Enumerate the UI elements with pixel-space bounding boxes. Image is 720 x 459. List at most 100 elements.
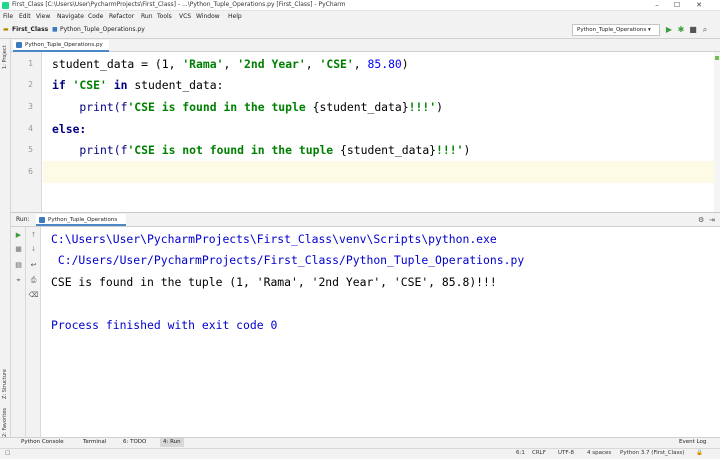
caret-position[interactable]: 6:1 — [516, 450, 525, 456]
menu-navigate[interactable]: Navigate — [57, 13, 84, 20]
line-number: 6 — [28, 167, 33, 176]
breadcrumb-project[interactable]: First_Class — [12, 26, 48, 33]
stop-icon[interactable]: ■ — [11, 245, 26, 253]
print-icon[interactable]: ⎙ — [26, 276, 41, 285]
run-config-label: Python_Tuple_Operations — [577, 27, 647, 33]
tab-terminal[interactable]: Terminal — [80, 438, 109, 447]
run-toolbar: ▶ ■ ▤ ⌖ — [11, 227, 26, 437]
window-title: First_Class [C:\Users\User\PycharmProjec… — [12, 1, 346, 8]
scroll-up-icon[interactable]: ↑ — [26, 231, 41, 239]
soft-wrap-icon[interactable]: ↩ — [26, 261, 41, 269]
clear-all-icon[interactable]: ⌫ — [26, 291, 41, 299]
line-number: 2 — [28, 80, 33, 89]
code-line: student_data = (1, 'Rama', '2nd Year', '… — [52, 57, 409, 71]
menu-window[interactable]: Window — [196, 13, 220, 20]
console-line: CSE is found in the tuple (1, 'Rama', '2… — [51, 275, 497, 289]
code-token: ) — [463, 143, 471, 157]
menu-refactor[interactable]: Refactor — [109, 13, 134, 20]
code-token: student_data = (1, — [52, 57, 183, 71]
python-file-icon: ■ — [52, 26, 58, 33]
structure-tool-tab[interactable]: Z: Structure — [2, 369, 8, 399]
code-token: , — [305, 57, 320, 71]
event-log-button[interactable]: Event Log — [676, 438, 709, 447]
line-number: 5 — [28, 145, 33, 154]
breadcrumb-separator-icon: › — [45, 26, 48, 33]
lock-icon[interactable]: 🔒 — [696, 450, 703, 456]
code-token: 85.80 — [367, 57, 402, 71]
menu-code[interactable]: Code — [88, 13, 103, 20]
menu-view[interactable]: View — [36, 13, 50, 20]
menu-help[interactable]: Help — [228, 13, 242, 20]
title-bar: First_Class [C:\Users\User\PycharmProjec… — [0, 0, 720, 11]
maximize-button[interactable]: ☐ — [668, 0, 686, 11]
code-token: if — [52, 78, 73, 92]
stop-icon[interactable]: ■ — [688, 25, 698, 35]
code-token: '2nd Year' — [237, 57, 306, 71]
indent-setting[interactable]: 4 spaces — [587, 450, 611, 456]
current-line-highlight — [43, 161, 715, 183]
editor-tab-row — [11, 39, 720, 52]
settings-gear-icon[interactable]: ⚙ — [698, 216, 704, 224]
console-line: Process finished with exit code 0 — [51, 318, 278, 332]
pin-icon[interactable]: ⌖ — [11, 276, 26, 285]
run-tab-label: Python_Tuple_Operations — [48, 217, 118, 223]
debug-icon[interactable]: ✱ — [676, 25, 686, 35]
favorites-tool-tab[interactable]: 2: Favorites — [2, 408, 8, 437]
status-bar — [0, 448, 720, 459]
search-icon[interactable]: ⌕ — [700, 25, 710, 35]
console-line: C:/Users/User/PycharmProjects/First_Clas… — [51, 253, 525, 267]
tab-python-console[interactable]: Python Console — [18, 438, 67, 447]
run-icon[interactable]: ▶ — [664, 25, 674, 35]
project-tool-tab[interactable]: 1: Project — [2, 45, 8, 69]
editor-tab-label: Python_Tuple_Operations.py — [25, 42, 103, 48]
tab-todo[interactable]: 6: TODO — [120, 438, 149, 447]
run-tab[interactable]: Python_Tuple_Operations — [36, 214, 126, 226]
code-line: print(f'CSE is found in the tuple {stude… — [52, 100, 443, 114]
code-token: {student_data} — [340, 143, 437, 157]
menu-tools[interactable]: Tools — [157, 13, 172, 20]
restore-layout-icon[interactable]: ▤ — [11, 261, 26, 269]
code-token: print(f — [52, 143, 128, 157]
menu-run[interactable]: Run — [141, 13, 153, 20]
code-editor[interactable] — [43, 52, 715, 212]
code-token: {student_data} — [312, 100, 409, 114]
code-token: print(f — [52, 100, 128, 114]
scroll-down-icon[interactable]: ↓ — [26, 245, 41, 253]
run-toolbar-secondary: ↑ ↓ ↩ ⎙ ⌫ — [26, 227, 41, 437]
code-token: !!!' — [408, 100, 437, 114]
code-line: else: — [52, 122, 86, 136]
rerun-icon[interactable]: ▶ — [11, 231, 26, 239]
inspection-ok-icon — [715, 56, 719, 60]
toggle-tool-windows-icon[interactable]: ▢ — [5, 450, 10, 456]
code-token: , — [353, 57, 368, 71]
python-file-icon — [16, 42, 22, 48]
hide-panel-icon[interactable]: ⇥ — [709, 216, 715, 224]
console-line: C:\Users\User\PycharmProjects\First_Clas… — [51, 232, 497, 246]
code-token: ) — [401, 57, 409, 71]
python-file-icon — [39, 217, 45, 223]
code-token: , — [223, 57, 238, 71]
code-token: student_data: — [134, 78, 224, 92]
code-token: 'Rama' — [182, 57, 224, 71]
editor-tab[interactable]: Python_Tuple_Operations.py — [13, 40, 109, 52]
code-token: 'CSE' — [319, 57, 354, 71]
line-number: 3 — [28, 102, 33, 111]
menu-file[interactable]: File — [3, 13, 13, 20]
editor-scrollbar[interactable] — [714, 52, 720, 212]
line-number: 4 — [28, 124, 33, 133]
close-button[interactable]: ✕ — [690, 0, 708, 11]
breadcrumb-file[interactable]: Python_Tuple_Operations.py — [60, 26, 145, 33]
code-token: 'CSE is found in the tuple — [127, 100, 313, 114]
code-line: if 'CSE' in student_data: — [52, 78, 223, 92]
interpreter[interactable]: Python 3.7 (First_Class) — [620, 450, 684, 456]
file-encoding[interactable]: UTF-8 — [558, 450, 574, 456]
code-token: 'CSE is not found in the tuple — [127, 143, 341, 157]
minimize-button[interactable]: – — [648, 0, 666, 11]
folder-icon: ▬ — [3, 26, 9, 33]
menu-edit[interactable]: Edit — [19, 13, 31, 20]
code-token: !!!' — [436, 143, 464, 157]
line-separator[interactable]: CRLF — [532, 450, 546, 456]
tab-run[interactable]: 4: Run — [160, 438, 184, 447]
run-config-select[interactable]: Python_Tuple_Operations ▾ — [572, 24, 660, 36]
menu-vcs[interactable]: VCS — [179, 13, 191, 20]
